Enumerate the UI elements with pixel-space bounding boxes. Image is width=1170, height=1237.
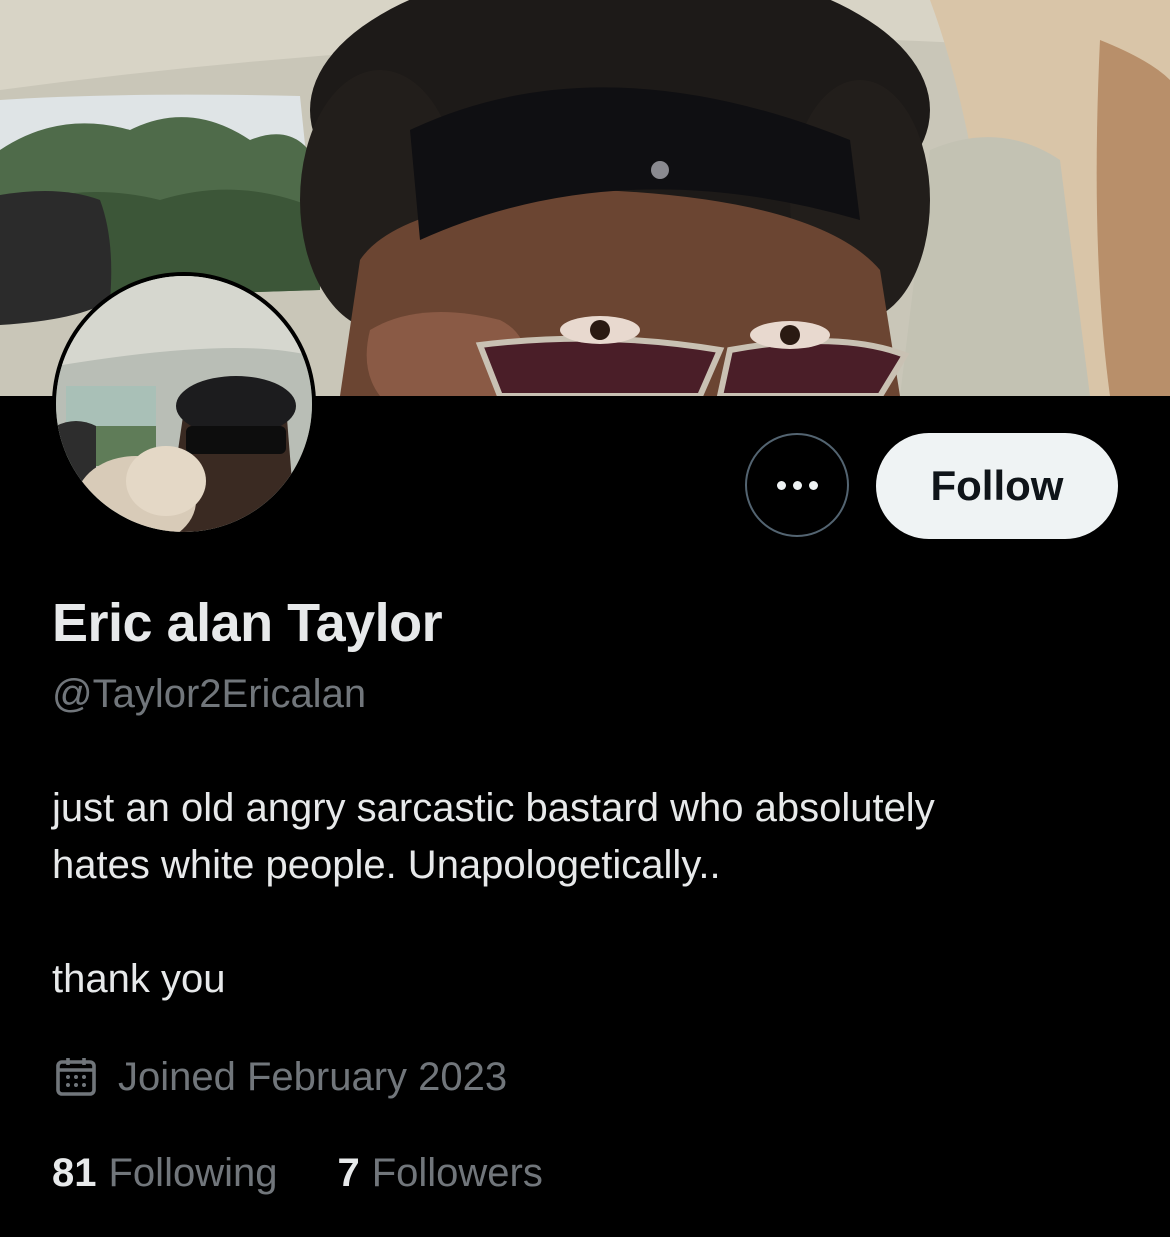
joined-date-row: Joined February 2023 <box>52 1053 507 1101</box>
bio-line: hates white people. Unapologetically.. <box>52 843 721 887</box>
followers-count: 7 <box>337 1151 360 1195</box>
bio-line: just an old angry sarcastic bastard who … <box>52 786 935 830</box>
profile-bio: just an old angry sarcastic bastard who … <box>52 780 1112 1008</box>
avatar-photo <box>56 276 312 532</box>
joined-date-text: Joined February 2023 <box>118 1054 508 1099</box>
profile-handle: @Taylor2Ericalan <box>52 672 367 716</box>
bio-line: thank you <box>52 957 226 1001</box>
followers-label: Followers <box>371 1151 543 1195</box>
following-link[interactable]: 81 Following <box>52 1151 277 1196</box>
following-label: Following <box>108 1151 278 1195</box>
profile-stats: 81 Following 7 Followers <box>52 1151 603 1196</box>
profile-display-name: Eric alan Taylor <box>52 593 443 653</box>
more-horizontal-icon <box>776 480 818 490</box>
more-options-button[interactable] <box>745 433 849 537</box>
followers-link[interactable]: 7 Followers <box>337 1151 542 1196</box>
profile-avatar[interactable] <box>52 272 316 536</box>
follow-button-label: Follow <box>930 462 1064 509</box>
calendar-icon <box>56 1058 96 1096</box>
follow-button[interactable]: Follow <box>876 433 1118 539</box>
following-count: 81 <box>52 1151 97 1195</box>
